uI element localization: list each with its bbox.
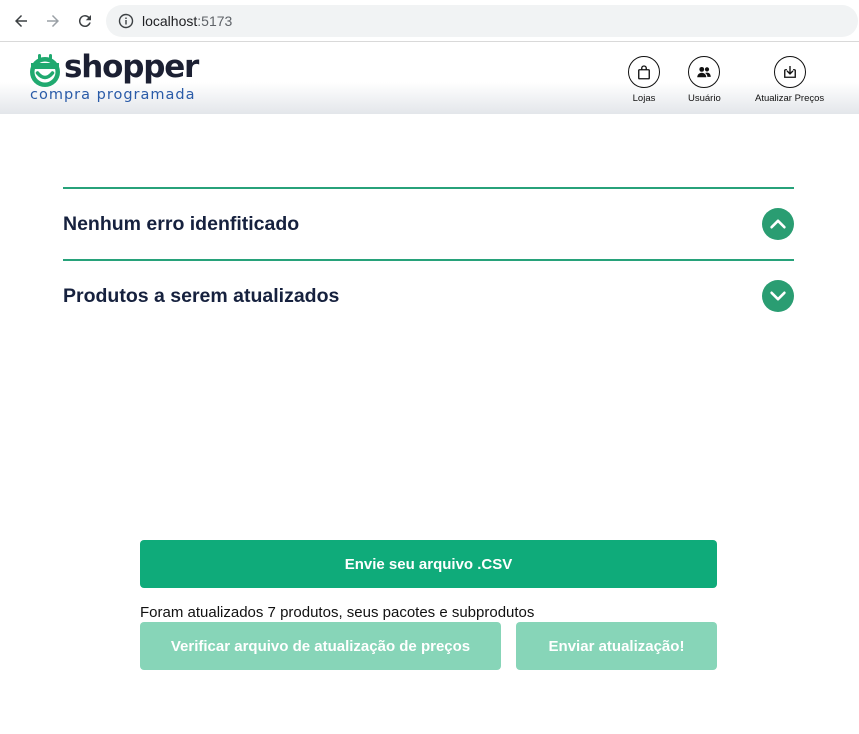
browser-toolbar: localhost:5173 <box>0 0 859 42</box>
reload-icon <box>78 15 91 28</box>
logo-tagline: compra programada <box>30 87 196 103</box>
download-box-icon <box>783 66 796 78</box>
url-port: :5173 <box>197 13 233 29</box>
atualizar-precos-button[interactable]: Atualizar Preços <box>755 56 824 104</box>
reload-button[interactable] <box>73 9 97 33</box>
logo-wordmark: shopper <box>64 49 199 85</box>
forward-button[interactable] <box>41 9 65 33</box>
users-icon <box>697 66 712 78</box>
back-button[interactable] <box>9 9 33 33</box>
shopper-logo[interactable]: shopper compra programada <box>28 49 228 107</box>
accordion-toggle-erros[interactable] <box>762 208 794 240</box>
send-update-button[interactable]: Enviar atualização! <box>516 622 717 670</box>
accordion-toggle-produtos[interactable] <box>762 280 794 312</box>
accordion-title-erros: Nenhum erro idenfiticado <box>63 212 300 235</box>
usuario-label: Usuário <box>688 93 721 104</box>
chevron-up-icon <box>770 219 786 229</box>
upload-csv-button[interactable]: Envie seu arquivo .CSV <box>140 540 717 588</box>
lojas-button[interactable]: Lojas <box>628 56 660 104</box>
lojas-icon-circle <box>628 56 660 88</box>
arrow-right-icon <box>47 15 59 27</box>
status-message: Foram atualizados 7 produtos, seus pacot… <box>140 604 535 621</box>
address-bar[interactable]: localhost:5173 <box>106 5 858 37</box>
chevron-down-icon <box>770 291 786 301</box>
accordion-item-erros[interactable]: Nenhum erro idenfiticado <box>63 187 794 259</box>
accordion-item-produtos[interactable]: Produtos a serem atualizados <box>63 259 794 331</box>
arrow-left-icon <box>15 15 27 27</box>
app-header: shopper compra programada Lojas Usuário <box>0 43 859 114</box>
shopping-bag-icon <box>638 65 650 80</box>
validation-accordion: Nenhum erro idenfiticado Produtos a sere… <box>63 187 794 331</box>
smiley-bag-logo-icon <box>30 54 60 87</box>
info-icon[interactable] <box>118 13 134 29</box>
usuario-button[interactable]: Usuário <box>688 56 721 104</box>
url-host: localhost <box>142 13 198 29</box>
lojas-label: Lojas <box>632 93 656 104</box>
accordion-title-produtos: Produtos a serem atualizados <box>63 284 340 307</box>
verify-file-button[interactable]: Verificar arquivo de atualização de preç… <box>140 622 501 670</box>
atualizar-precos-label: Atualizar Preços <box>755 93 825 104</box>
usuario-icon-circle <box>688 56 721 88</box>
atualizar-icon-circle <box>773 56 806 88</box>
